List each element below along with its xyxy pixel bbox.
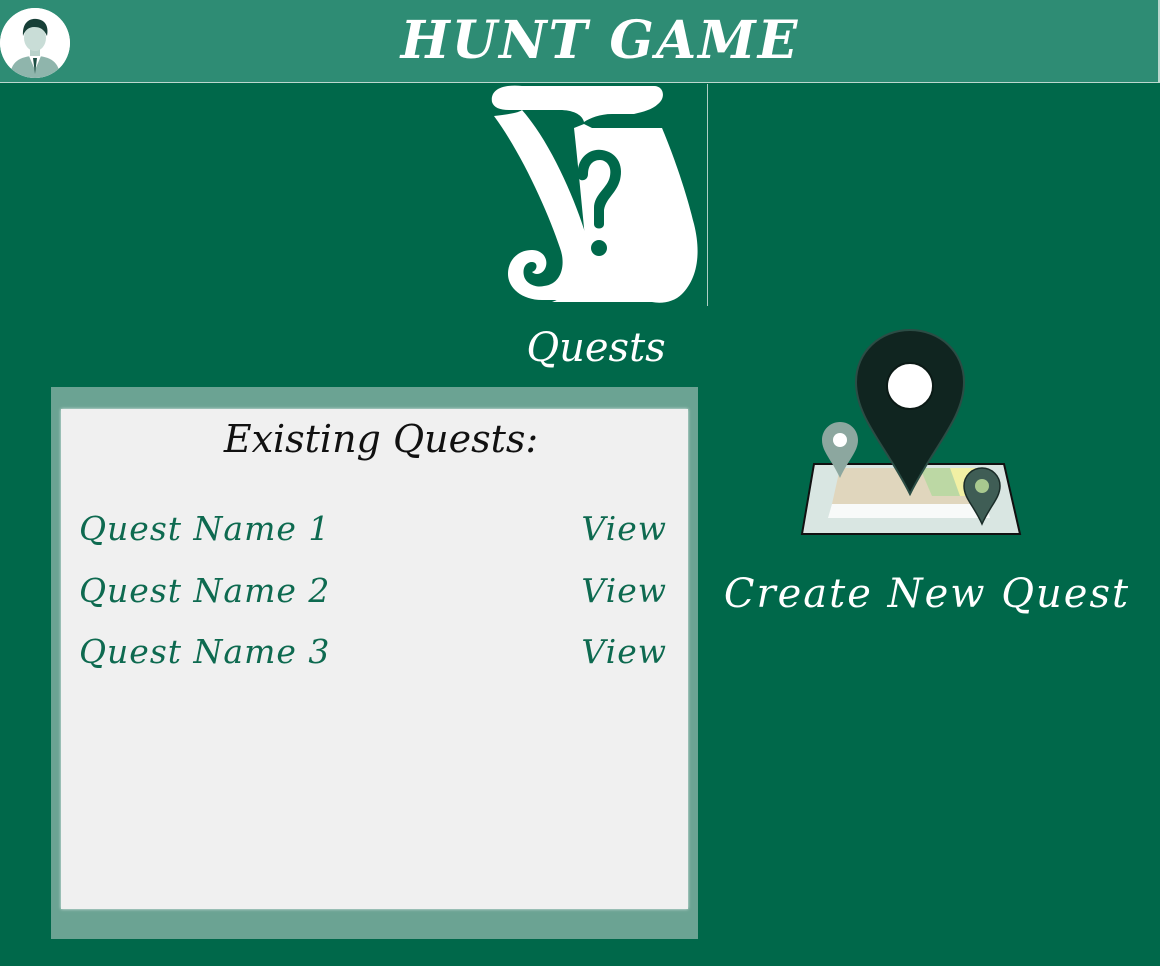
top-bar: HUNT GAME <box>0 0 1160 83</box>
scroll-question-icon[interactable] <box>482 84 709 306</box>
quest-row: Quest Name 3 View <box>79 628 666 676</box>
view-quest-button[interactable]: View <box>581 505 667 553</box>
view-quest-button[interactable]: View <box>581 567 667 615</box>
app-title: HUNT GAME <box>400 10 800 71</box>
quest-row: Quest Name 1 View <box>79 505 666 553</box>
user-avatar-icon[interactable] <box>0 8 70 78</box>
existing-quests-list: Existing Quests: Quest Name 1 View Quest… <box>61 409 688 909</box>
create-new-quest-label[interactable]: Create New Quest <box>712 566 1142 622</box>
view-quest-button[interactable]: View <box>581 628 667 676</box>
quest-name: Quest Name 3 <box>79 632 331 671</box>
map-pin-icon[interactable] <box>800 328 1022 538</box>
quests-label[interactable]: Quests <box>496 322 696 374</box>
quest-name: Quest Name 1 <box>79 509 331 548</box>
quest-name: Quest Name 2 <box>79 571 331 610</box>
existing-quests-title: Existing Quests: <box>223 417 539 461</box>
existing-quests-panel: Existing Quests: Quest Name 1 View Quest… <box>51 387 698 939</box>
quest-row: Quest Name 2 View <box>79 567 666 615</box>
